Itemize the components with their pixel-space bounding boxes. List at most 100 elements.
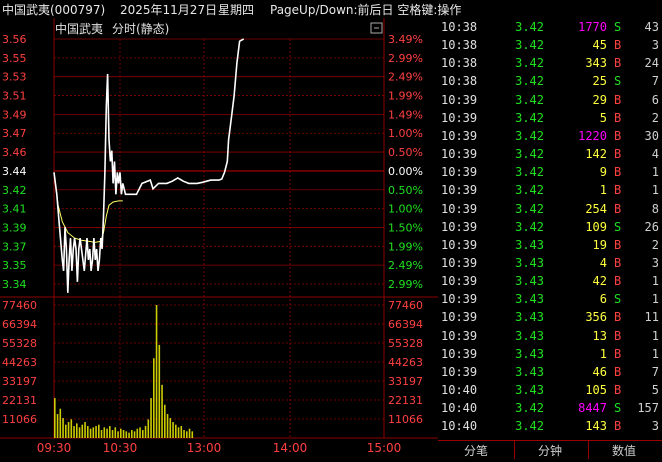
trade-row[interactable]: 10:39 3.42 9 B 1 <box>438 163 662 181</box>
trade-price: 3.42 <box>515 20 544 34</box>
percent-tick-label: 2.99% <box>388 278 423 291</box>
trade-volume: 1770 <box>578 20 607 34</box>
trade-time: 10:39 <box>441 364 478 379</box>
trade-price: 3.42 <box>515 92 544 107</box>
percent-tick-label: 2.49% <box>388 71 423 84</box>
trade-side: B <box>614 201 622 216</box>
trade-row[interactable]: 10:40 3.43 105 B 5 <box>438 381 662 399</box>
volume-bar <box>128 432 130 438</box>
trade-side: S <box>614 74 622 89</box>
trade-price: 3.42 <box>515 147 544 162</box>
volume-bar <box>166 414 169 438</box>
trade-volume: 105 <box>585 383 607 397</box>
volume-bar <box>76 423 78 438</box>
trade-row[interactable]: 10:40 3.42 8447 S 157 <box>438 399 662 417</box>
trade-volume: 42 <box>592 274 607 289</box>
trade-price: 3.43 <box>515 255 544 270</box>
trade-row[interactable]: 10:39 3.43 6 S 1 <box>438 290 662 308</box>
tab-minutes[interactable]: 分钟 <box>538 442 562 459</box>
trade-count: 1 <box>651 165 659 180</box>
percent-tick-label: 1.49% <box>388 108 423 121</box>
time-tick-label: 09:30 <box>37 441 72 455</box>
price-tick-label: 3.51 <box>2 90 27 103</box>
trade-row[interactable]: 10:39 3.42 29 B 6 <box>438 91 662 109</box>
trade-volume: 46 <box>592 364 607 379</box>
price-tick-label: 3.34 <box>2 278 27 291</box>
volume-bar <box>191 431 194 438</box>
volume-bar <box>180 426 183 438</box>
volume-bar <box>89 428 92 438</box>
percent-tick-label: 1.99% <box>388 240 423 253</box>
volume-bar <box>164 404 166 438</box>
volume-bar <box>120 428 122 438</box>
trade-row[interactable]: 10:39 3.42 142 B 4 <box>438 145 662 163</box>
trade-time: 10:38 <box>441 20 478 34</box>
volume-bar <box>177 427 180 438</box>
volume-bar <box>161 384 163 438</box>
trade-time: 10:39 <box>441 255 478 270</box>
trade-price: 3.42 <box>515 38 544 53</box>
volume-tick-label-left: 77460 <box>2 299 37 312</box>
trade-row[interactable]: 10:39 3.43 13 B 1 <box>438 327 662 345</box>
trade-row[interactable]: 10:39 3.43 356 B 11 <box>438 308 662 326</box>
title-bar: 中国武夷(000797) 2025年11月27日 星期四 PageUp/Down… <box>0 0 662 18</box>
trade-volume: 1 <box>599 183 607 198</box>
volume-bar <box>142 430 144 438</box>
tick-trades-list[interactable]: 10:38 3.42 1770 S 43 10:38 3.42 45 B 3 10:38 3.42 34… <box>438 18 662 440</box>
trade-time: 10:39 <box>441 110 478 125</box>
trade-side: B <box>614 310 622 325</box>
trade-row[interactable]: 10:39 3.42 109 S 26 <box>438 218 662 236</box>
volume-bar <box>125 431 128 438</box>
trade-row[interactable]: 10:39 3.43 4 B 3 <box>438 254 662 272</box>
trade-count: 24 <box>644 56 659 71</box>
price-tick-label: 3.37 <box>2 240 27 253</box>
volume-tick-label-right: 22131 <box>388 394 423 407</box>
trade-row[interactable]: 10:38 3.42 45 B 3 <box>438 36 662 54</box>
trade-time: 10:39 <box>441 183 478 198</box>
trade-side: S <box>614 219 622 234</box>
volume-bar <box>56 414 59 438</box>
trade-row[interactable]: 10:39 3.42 1 B 1 <box>438 181 662 199</box>
volume-bar <box>131 430 133 438</box>
trade-time: 10:39 <box>441 147 478 162</box>
trade-volume: 4 <box>599 255 607 270</box>
price-tick-label: 3.55 <box>2 52 27 65</box>
volume-tick-label-left: 44263 <box>2 356 37 369</box>
tab-ticks[interactable]: 分笔 <box>464 442 488 459</box>
volume-bar <box>139 427 141 438</box>
volume-tick-label-left: 55328 <box>2 337 37 350</box>
trade-price: 3.43 <box>515 237 544 252</box>
trade-time: 10:39 <box>441 219 478 234</box>
trade-volume: 29 <box>592 92 607 107</box>
trade-count: 8 <box>651 201 659 216</box>
intraday-chart[interactable]: 中国武夷 分时(静态) 3.56 3.49% 3.55 2.99% 3.53 2.49% 3… <box>0 18 438 458</box>
trade-count: 1 <box>651 328 659 343</box>
trade-time: 10:39 <box>441 237 478 252</box>
trade-volume: 254 <box>585 201 607 216</box>
trade-count: 1 <box>651 183 659 198</box>
volume-bar <box>144 426 147 438</box>
trade-row[interactable]: 10:39 3.43 42 B 1 <box>438 272 662 290</box>
trade-row[interactable]: 10:38 3.42 343 B 24 <box>438 54 662 72</box>
trade-row[interactable]: 10:40 3.42 143 B 3 <box>438 417 662 435</box>
trade-count: 3 <box>651 255 659 270</box>
trade-row[interactable]: 10:39 3.42 5 B 2 <box>438 109 662 127</box>
volume-bar <box>158 344 161 438</box>
trade-row[interactable]: 10:39 3.42 254 B 8 <box>438 200 662 218</box>
trade-row[interactable]: 10:39 3.43 46 B 7 <box>438 363 662 381</box>
trade-side: S <box>614 292 622 307</box>
volume-tick-label-left: 66394 <box>2 318 37 331</box>
time-tick-label: 10:30 <box>103 441 138 455</box>
volume-bar <box>78 427 81 438</box>
volume-bar <box>109 426 111 438</box>
trade-row[interactable]: 10:39 3.43 19 B 2 <box>438 236 662 254</box>
trade-row[interactable]: 10:39 3.43 1 B 1 <box>438 345 662 363</box>
trade-row[interactable]: 10:38 3.42 1770 S 43 <box>438 18 662 36</box>
volume-tick-label-right: 77460 <box>388 299 423 312</box>
volume-bar <box>100 430 103 438</box>
trade-row[interactable]: 10:38 3.42 25 S 7 <box>438 72 662 90</box>
trade-volume: 13 <box>592 328 607 343</box>
trade-volume: 45 <box>592 38 607 53</box>
trade-row[interactable]: 10:39 3.42 1220 B 30 <box>438 127 662 145</box>
tab-values[interactable]: 数值 <box>612 442 636 459</box>
